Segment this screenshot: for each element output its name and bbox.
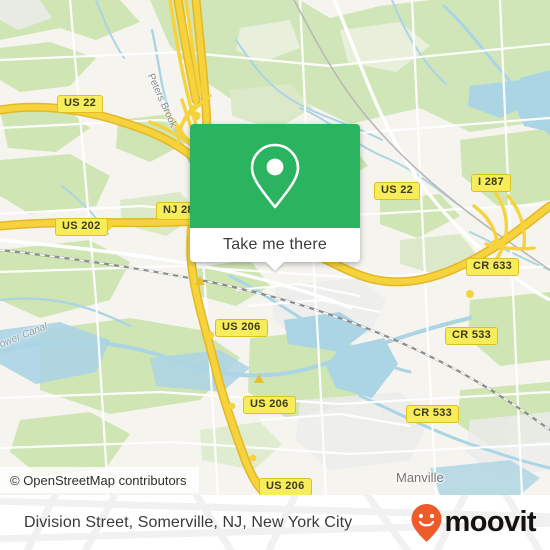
bottom-info-bar: Division Street, Somerville, NJ, New Yor… bbox=[0, 495, 550, 550]
moovit-wordmark: moovit bbox=[444, 506, 537, 538]
callout-pointer bbox=[266, 262, 284, 271]
callout-icon-panel bbox=[190, 124, 360, 228]
road-shield-us-202[interactable]: US 202 bbox=[55, 218, 108, 236]
road-shield-us-206-south[interactable]: US 206 bbox=[259, 478, 312, 495]
road-shield-us-22-west[interactable]: US 22 bbox=[57, 95, 104, 113]
address-label: Division Street, Somerville, NJ, New Yor… bbox=[24, 513, 353, 531]
destination-callout[interactable]: Take me there bbox=[190, 124, 360, 271]
callout-action-panel[interactable]: Take me there bbox=[190, 228, 360, 271]
moovit-map-share-card: US 22 NJ 28 US 202 US 22 I 287 CR 633 CR… bbox=[0, 0, 550, 550]
map-attribution[interactable]: © OpenStreetMap contributors bbox=[0, 467, 199, 493]
moovit-pin-icon bbox=[411, 503, 442, 542]
road-shield-us-22-east[interactable]: US 22 bbox=[374, 182, 421, 200]
road-shield-us-206-north[interactable]: US 206 bbox=[215, 319, 268, 337]
road-shield-cr-533-south[interactable]: CR 533 bbox=[406, 405, 460, 423]
attribution-text: © OpenStreetMap contributors bbox=[10, 472, 187, 488]
road-shield-cr-533-north[interactable]: CR 533 bbox=[445, 327, 499, 345]
map-pin-icon bbox=[250, 143, 300, 209]
road-shield-cr-633[interactable]: CR 633 bbox=[466, 258, 520, 276]
road-shield-us-206-mid[interactable]: US 206 bbox=[243, 396, 296, 414]
road-shield-i-287[interactable]: I 287 bbox=[471, 174, 511, 192]
place-label-manville: Manville bbox=[396, 470, 444, 485]
moovit-logo[interactable]: moovit bbox=[410, 503, 537, 543]
take-me-there-label: Take me there bbox=[223, 236, 327, 253]
map-canvas[interactable]: US 22 NJ 28 US 202 US 22 I 287 CR 633 CR… bbox=[0, 0, 550, 495]
